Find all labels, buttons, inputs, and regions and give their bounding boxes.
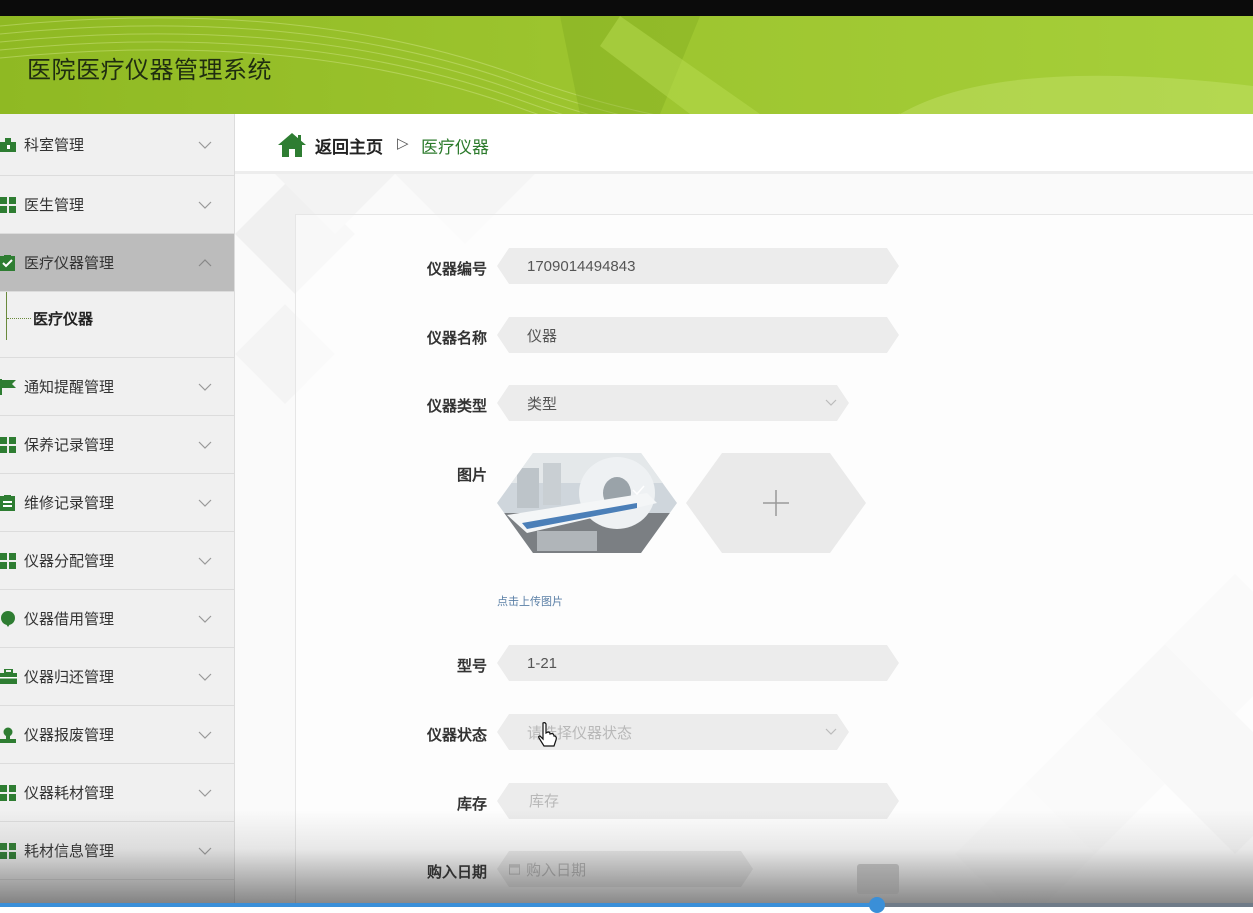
- grid-icon: [0, 784, 18, 801]
- sidebar-item-label: 维修记录管理: [24, 494, 115, 512]
- chevron-down-icon: [198, 201, 212, 209]
- uploaded-image-thumbnail[interactable]: [497, 453, 677, 553]
- user-icon: [0, 727, 18, 743]
- video-progress-fill: [0, 903, 877, 907]
- sidebar-subitem-label: 医疗仪器: [33, 310, 94, 328]
- breadcrumb-separator: ▷: [397, 135, 409, 152]
- app-title: 医院医疗仪器管理系统: [27, 56, 272, 84]
- sidebar-item-allocation[interactable]: 仪器分配管理: [0, 532, 234, 590]
- image-upload-button[interactable]: [686, 453, 866, 553]
- label-image: 图片: [456, 466, 487, 484]
- app-header: 医院医疗仪器管理系统: [0, 16, 1253, 114]
- chevron-down-icon: [198, 441, 212, 449]
- sidebar-item-label: 仪器分配管理: [24, 552, 115, 570]
- chevron-down-icon: [198, 731, 212, 739]
- breadcrumb: 返回主页 ▷ 医疗仪器: [235, 114, 1253, 174]
- name-input[interactable]: 仪器: [497, 317, 899, 353]
- chevron-down-icon: [198, 789, 212, 797]
- chevron-down-icon: [198, 499, 212, 507]
- sidebar-item-doctor[interactable]: 医生管理: [0, 176, 234, 234]
- label-purchase-date: 购入日期: [426, 863, 487, 881]
- label-name: 仪器名称: [426, 329, 487, 347]
- sidebar-item-label: 科室管理: [24, 136, 85, 154]
- code-value: 1709014494843: [527, 257, 636, 275]
- sidebar-item-return[interactable]: 仪器归还管理: [0, 648, 234, 706]
- sidebar-item-label: 仪器耗材管理: [24, 784, 115, 802]
- stock-field[interactable]: [527, 792, 899, 811]
- status-placeholder: 请选择仪器状态: [527, 724, 633, 742]
- grid-icon: [0, 436, 18, 453]
- hand-cursor-icon: [538, 722, 557, 747]
- flag-icon: [0, 378, 18, 395]
- grid-icon: [0, 842, 18, 859]
- grid-icon: [0, 552, 18, 569]
- video-progress-bar[interactable]: [0, 897, 1253, 913]
- name-value: 仪器: [527, 327, 558, 345]
- sidebar-item-borrow[interactable]: 仪器借用管理: [0, 590, 234, 648]
- sidebar-item-department[interactable]: 科室管理: [0, 114, 234, 176]
- breadcrumb-home-link[interactable]: 返回主页: [315, 133, 383, 158]
- label-stock: 库存: [456, 795, 487, 813]
- sidebar-item-label: 医疗仪器管理: [24, 254, 115, 272]
- sidebar-item-label: 耗材信息管理: [24, 842, 115, 860]
- check-clipboard-icon: [0, 254, 18, 271]
- plus-icon: [763, 490, 789, 516]
- sidebar-item-instrument[interactable]: 医疗仪器管理: [0, 234, 234, 292]
- label-model: 型号: [456, 657, 487, 675]
- sidebar-item-consumable[interactable]: 仪器耗材管理: [0, 764, 234, 822]
- sidebar-subitem-instrument[interactable]: 医疗仪器: [0, 292, 234, 358]
- home-icon[interactable]: [277, 132, 307, 158]
- video-progress-handle[interactable]: [869, 897, 885, 913]
- chevron-down-icon: [198, 615, 212, 623]
- chevron-down-icon: [825, 728, 837, 736]
- label-status: 仪器状态: [426, 726, 487, 744]
- sidebar: 科室管理 医生管理 医疗仪器管理 医疗仪器 通知提醒管理 保养记录管理 维修记录…: [0, 114, 235, 907]
- sidebar-item-consumable-info[interactable]: 耗材信息管理: [0, 822, 234, 880]
- tree-connector: [7, 318, 31, 319]
- main-content: 返回主页 ▷ 医疗仪器 仪器编号 1709014494843 仪器名称 仪器 仪…: [235, 114, 1253, 907]
- submit-button[interactable]: [857, 864, 899, 894]
- chevron-down-icon: [198, 383, 212, 391]
- clipboard-icon: [0, 494, 18, 511]
- purchase-date-placeholder: 购入日期: [526, 861, 587, 879]
- briefcase-icon: [0, 668, 18, 685]
- chevron-down-icon: [198, 673, 212, 681]
- type-select[interactable]: 类型: [497, 385, 849, 421]
- window-top-strip: [0, 0, 1253, 16]
- calendar-icon: [509, 863, 520, 875]
- chevron-down-icon: [198, 141, 212, 149]
- code-input[interactable]: 1709014494843: [497, 248, 899, 284]
- sidebar-item-label: 仪器报废管理: [24, 726, 115, 744]
- grid-icon: [0, 196, 18, 213]
- model-value: 1-21: [527, 654, 558, 672]
- sidebar-item-scrap[interactable]: 仪器报废管理: [0, 706, 234, 764]
- department-icon: [0, 137, 18, 153]
- breadcrumb-current: 医疗仪器: [421, 138, 489, 158]
- sidebar-item-label: 医生管理: [24, 196, 85, 214]
- sidebar-item-notification[interactable]: 通知提醒管理: [0, 358, 234, 416]
- sidebar-item-label: 通知提醒管理: [24, 378, 115, 396]
- model-input[interactable]: 1-21: [497, 645, 899, 681]
- ct-scanner-image: [497, 453, 677, 553]
- label-type: 仪器类型: [426, 397, 487, 415]
- sidebar-item-label: 保养记录管理: [24, 436, 115, 454]
- chevron-up-icon: [198, 258, 212, 266]
- sidebar-item-label: 仪器归还管理: [24, 668, 115, 686]
- chevron-down-icon: [825, 399, 837, 407]
- label-code: 仪器编号: [426, 260, 487, 278]
- pin-icon: [0, 610, 18, 627]
- purchase-date-input[interactable]: 购入日期: [497, 851, 753, 887]
- upload-hint[interactable]: 点击上传图片: [497, 593, 563, 609]
- chevron-down-icon: [198, 847, 212, 855]
- type-value: 类型: [527, 395, 558, 413]
- sidebar-item-repair[interactable]: 维修记录管理: [0, 474, 234, 532]
- stock-input[interactable]: [497, 783, 899, 819]
- chevron-down-icon: [198, 557, 212, 565]
- tree-line: [6, 292, 7, 340]
- sidebar-item-label: 仪器借用管理: [24, 610, 115, 628]
- sidebar-item-maintenance[interactable]: 保养记录管理: [0, 416, 234, 474]
